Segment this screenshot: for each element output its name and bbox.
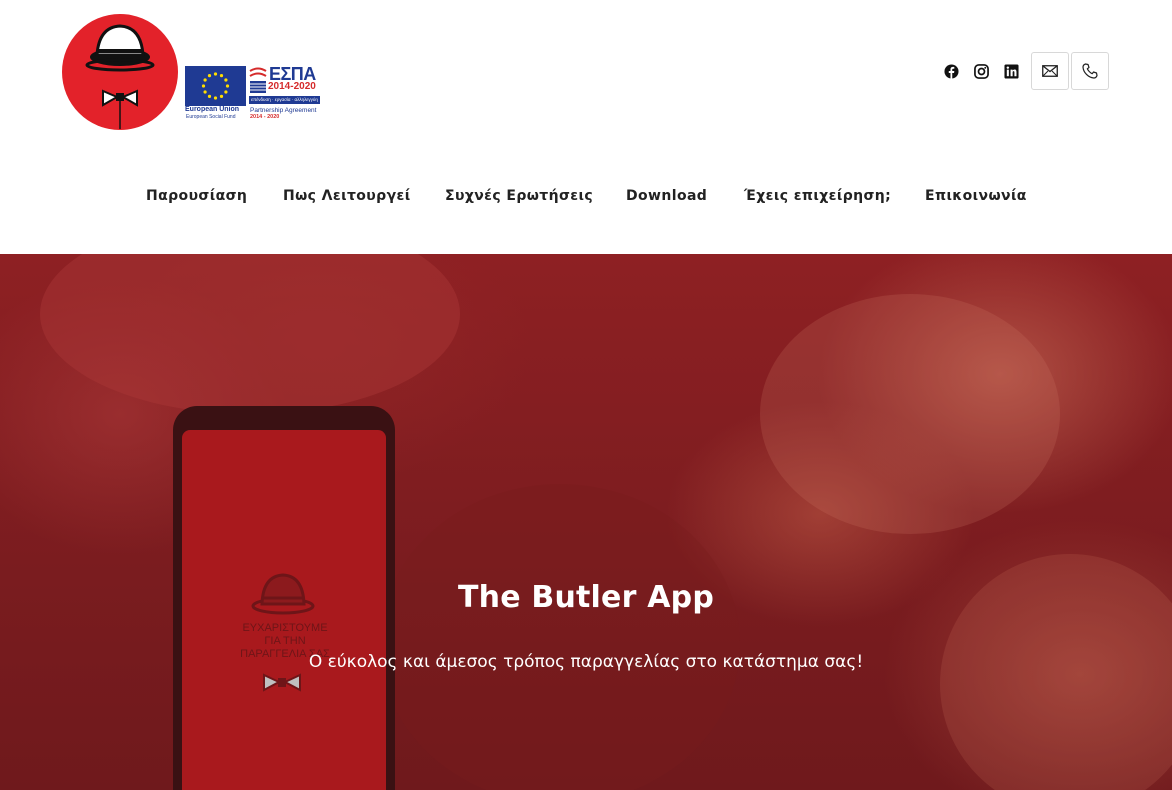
instagram-icon (973, 63, 989, 79)
nav-item-presentation[interactable]: Παρουσίαση (146, 184, 247, 208)
nav-item-download[interactable]: Download (626, 184, 707, 208)
eu-label: European Union (185, 106, 240, 113)
espa-partnership-years: 2014 - 2020 (250, 114, 280, 120)
hero-background-blob (380, 484, 740, 790)
nav-item-contact[interactable]: Επικοινωνία (925, 184, 1027, 208)
hero-title: The Butler App (457, 580, 714, 615)
email-button[interactable] (1031, 52, 1069, 90)
nav-item-how-it-works[interactable]: Πως Λειτουργεί (283, 184, 411, 208)
nav-item-business[interactable]: Έχεις επιχείρηση; (744, 184, 891, 208)
eu-sponsor-logo: European Union European Social Fund (185, 64, 247, 124)
linkedin-link[interactable] (1002, 62, 1020, 80)
facebook-icon (943, 63, 959, 79)
espa-years: 2014-2020 (268, 81, 316, 92)
espa-sponsor-logo: ΕΣΠΑ 2014-2020 επένδυση · εργασία · αλλη… (249, 64, 323, 124)
espa-emblem-icon (249, 67, 267, 93)
hero-section: ΕΥΧΑΡΙΣΤΟΥΜΕ ΓΙΑ ΤΗΝ ΠΑΡΑΓΓΕΛΙΑ ΣΑΣ The … (0, 254, 1172, 790)
instagram-link[interactable] (972, 62, 990, 80)
eu-flag-icon (185, 66, 246, 106)
main-navigation: Παρουσίαση Πως Λειτουργεί Συχνές Ερωτήσε… (0, 184, 1172, 208)
espa-partnership-label: Partnership Agreement (250, 107, 317, 114)
hero-background-blob (40, 254, 460, 414)
facebook-link[interactable] (942, 62, 960, 80)
espa-motto: επένδυση · εργασία · αλληλεγγύη (249, 96, 320, 104)
hero-background-blob (760, 294, 1060, 534)
butler-logo-icon (62, 14, 178, 130)
envelope-icon (1042, 65, 1058, 77)
phone-bowtie-icon (263, 673, 301, 692)
site-header: European Union European Social Fund ΕΣΠΑ… (0, 0, 1172, 254)
hero-subtitle: Ο εύκολος και άμεσος τρόπος παραγγελίας … (308, 652, 864, 672)
butler-logo[interactable] (61, 13, 179, 131)
nav-item-faq[interactable]: Συχνές Ερωτήσεις (445, 184, 593, 208)
eu-fund-label: European Social Fund (186, 114, 236, 120)
phone-icon (1082, 63, 1098, 79)
linkedin-icon (1003, 63, 1019, 79)
phone-button[interactable] (1071, 52, 1109, 90)
